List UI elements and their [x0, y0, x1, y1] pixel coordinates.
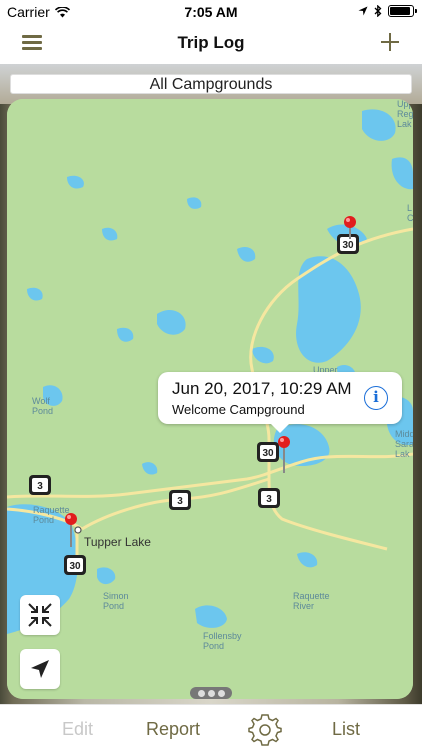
route-shield-30-south: 30: [64, 555, 86, 575]
route-shield-3-west: 3: [29, 475, 51, 495]
drag-handle-dot: [207, 689, 215, 697]
route-shield-3-middle: 3: [169, 490, 191, 510]
route-shield-30-center: 30: [257, 442, 279, 462]
svg-text:3: 3: [37, 481, 43, 492]
pin-callout[interactable]: Jun 20, 2017, 10:29 AM Welcome Campgroun…: [158, 372, 402, 433]
locate-me-button[interactable]: [20, 649, 60, 689]
info-icon[interactable]: i: [364, 386, 388, 410]
battery-icon: [388, 5, 417, 17]
svg-text:3: 3: [177, 496, 183, 507]
campground-filter[interactable]: All Campgrounds: [10, 74, 412, 94]
status-right: [358, 5, 417, 17]
list-button[interactable]: List: [332, 719, 360, 740]
drag-handle-dot: [217, 689, 225, 697]
drag-handle-dot: [197, 689, 205, 697]
settings-button[interactable]: [248, 712, 282, 746]
town-marker-tupper-lake: [74, 526, 82, 534]
navigation-bar: Trip Log: [0, 24, 422, 64]
collapse-arrows-icon: [28, 603, 52, 627]
location-arrow-icon: [31, 660, 49, 678]
report-button[interactable]: Report: [146, 719, 200, 740]
svg-text:30: 30: [69, 561, 81, 572]
callout-campground-name: Welcome Campground: [172, 402, 305, 417]
callout-date: Jun 20, 2017, 10:29 AM: [172, 379, 352, 398]
route-shield-30-north: 30: [337, 234, 359, 254]
gear-icon: [248, 714, 282, 746]
status-bar: Carrier 7:05 AM: [0, 0, 422, 24]
bottom-toolbar: Edit Report List: [0, 704, 422, 750]
svg-text:30: 30: [262, 448, 274, 459]
svg-text:3: 3: [266, 494, 272, 505]
bluetooth-icon: [374, 5, 382, 17]
zoom-to-fit-button[interactable]: [20, 595, 60, 635]
drag-handle[interactable]: [190, 687, 232, 699]
plus-icon: [381, 33, 399, 51]
svg-text:30: 30: [342, 240, 354, 251]
edit-button[interactable]: Edit: [62, 719, 93, 740]
page-title: Trip Log: [177, 33, 245, 52]
map-label-tupper-lake: Tupper Lake: [84, 535, 151, 549]
route-shield-3-east: 3: [258, 488, 280, 508]
location-services-icon: [358, 6, 368, 16]
add-button[interactable]: [378, 30, 402, 54]
map-label-regis-lake: Upp Reg Lak: [397, 99, 413, 129]
